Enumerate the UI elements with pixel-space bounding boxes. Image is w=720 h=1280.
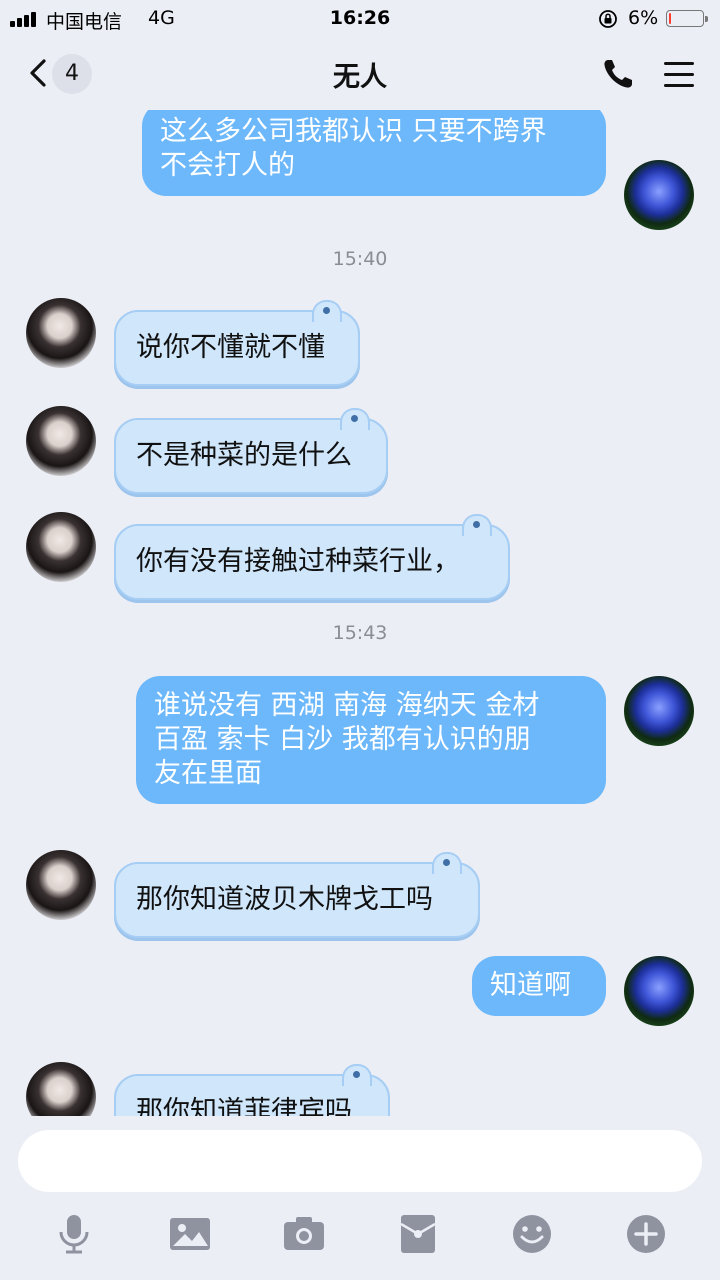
message-list[interactable]: 这么多公司我都认识 只要不跨界 不会打人的 15:40 说你不懂就不懂 不是种菜的是什… [0, 110, 720, 1116]
bubble-decoration [432, 852, 462, 874]
message-text: 那你知道波贝木牌戈工吗 [136, 884, 433, 915]
incoming-message-bubble[interactable]: 不是种菜的是什么 [114, 408, 388, 494]
message-text: 知道啊 [490, 970, 571, 1001]
message-text: 说你不懂就不懂 [136, 332, 325, 363]
my-avatar[interactable] [624, 160, 694, 230]
chat-header: 4 无人 [0, 38, 720, 110]
menu-icon[interactable] [662, 60, 696, 90]
battery-percent: 6% [628, 7, 659, 29]
my-avatar[interactable] [624, 956, 694, 1026]
contact-avatar[interactable] [26, 850, 96, 920]
input-bar [0, 1116, 720, 1280]
incoming-message-bubble[interactable]: 那你知道波贝木牌戈工吗 [114, 852, 480, 938]
message-text: 谁说没有 西湖 南海 海纳天 金材 百盈 索卡 白沙 我都有认识的朋 友在里面 [154, 690, 540, 789]
bubble-decoration [340, 408, 370, 430]
status-bar: 中国电信 4G 16:26 6% [0, 0, 720, 38]
contact-avatar[interactable] [26, 1062, 96, 1116]
bubble-decoration [312, 300, 342, 322]
outgoing-message-bubble[interactable]: 谁说没有 西湖 南海 海纳天 金材 百盈 索卡 白沙 我都有认识的朋 友在里面 [136, 676, 606, 804]
message-input[interactable] [18, 1130, 702, 1192]
bubble-decoration [462, 514, 492, 536]
contact-avatar[interactable] [26, 298, 96, 368]
plus-icon[interactable] [624, 1212, 668, 1256]
image-icon[interactable] [168, 1212, 212, 1256]
message-text: 这么多公司我都认识 只要不跨界 不会打人的 [160, 116, 547, 181]
timestamp: 15:40 [332, 248, 388, 270]
message-text: 不是种菜的是什么 [136, 440, 352, 471]
phone-call-icon[interactable] [600, 56, 636, 92]
incoming-message-bubble[interactable]: 你有没有接触过种菜行业， [114, 514, 510, 600]
red-packet-icon[interactable] [396, 1212, 440, 1256]
outgoing-message-bubble[interactable]: 知道啊 [472, 956, 606, 1016]
my-avatar[interactable] [624, 676, 694, 746]
incoming-message-bubble[interactable]: 说你不懂就不懂 [114, 300, 360, 386]
message-text: 那你知道菲律宾吗 [136, 1096, 352, 1116]
back-button[interactable]: 4 [22, 48, 102, 98]
emoji-icon[interactable] [510, 1212, 554, 1256]
battery-icon [666, 10, 708, 27]
unread-count-badge: 4 [52, 54, 92, 94]
timestamp: 15:43 [332, 622, 388, 644]
contact-avatar[interactable] [26, 406, 96, 476]
chevron-left-icon [30, 59, 46, 87]
bubble-decoration [342, 1064, 372, 1086]
message-text: 你有没有接触过种菜行业， [136, 546, 460, 577]
microphone-icon[interactable] [52, 1212, 96, 1256]
rotation-lock-icon [599, 10, 617, 28]
camera-icon[interactable] [282, 1212, 326, 1256]
incoming-message-bubble[interactable]: 那你知道菲律宾吗 [114, 1064, 390, 1116]
outgoing-message-bubble[interactable]: 这么多公司我都认识 只要不跨界 不会打人的 [142, 110, 606, 196]
contact-avatar[interactable] [26, 512, 96, 582]
